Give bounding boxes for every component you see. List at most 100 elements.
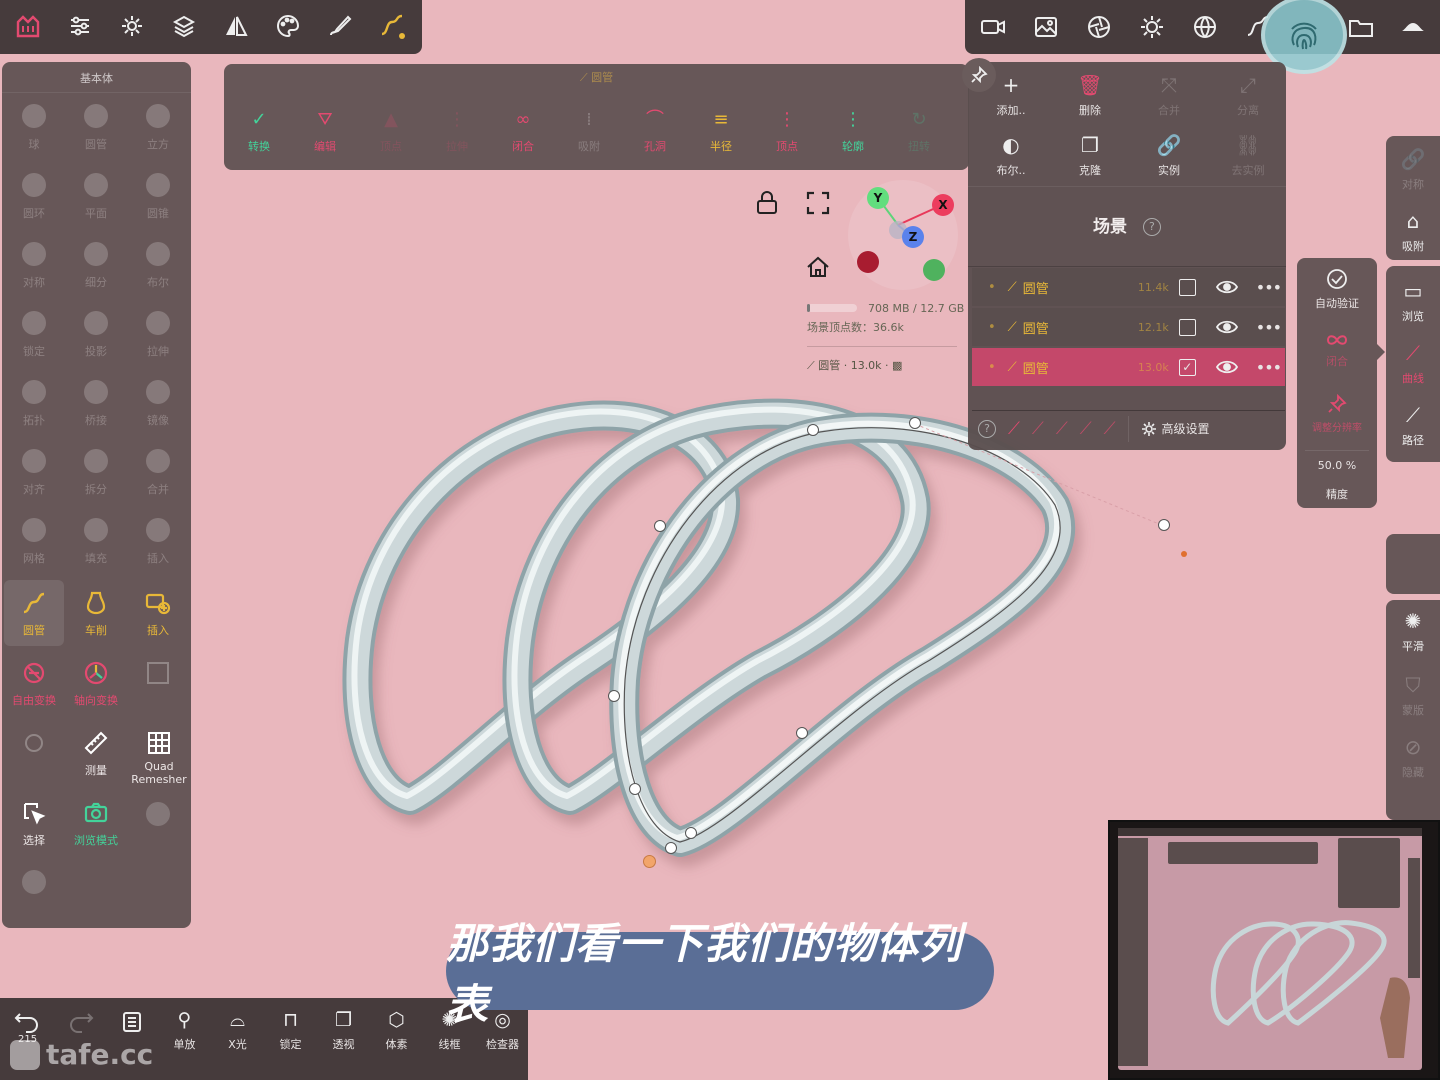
eye-icon[interactable] [1215,360,1238,374]
curve-tool-3[interactable]: ⋮ 拉伸 [424,108,490,164]
scene-action-6[interactable]: 🔗 实例 [1134,132,1204,178]
tool-measure[interactable]: 测量 [66,730,126,778]
control-point[interactable] [654,520,666,532]
precision-value[interactable]: 50.0 % [1297,459,1377,472]
primitive-item[interactable]: 拆分 [66,447,126,497]
layers-icon[interactable] [170,12,198,40]
gizmo-x-axis[interactable]: X [932,194,954,216]
scene-object-row[interactable]: • ⟋ 圆管 12.1k ••• [972,308,1285,346]
scene-action-7[interactable]: ⛓ 去实例 [1213,132,1283,178]
curve-tool-7[interactable]: ≡ 半径 [688,108,754,164]
right-strip-item-2[interactable]: ▭ 浏览 [1386,278,1440,324]
scene-action-0[interactable]: + 添加.. [976,72,1046,118]
curve-tool-10[interactable]: ↻ 扭转 [886,108,952,164]
object-checkbox[interactable] [1178,278,1196,296]
scene-action-3[interactable]: ⤢ 分离 [1213,72,1283,118]
scene-action-4[interactable]: ◐ 布尔.. [976,132,1046,178]
settings-icon[interactable] [118,12,146,40]
bottom-tool-4[interactable]: ⬡ 体素 [370,1008,423,1052]
home-icon[interactable] [805,254,831,280]
scene-action-1[interactable]: 🗑 删除 [1055,72,1125,118]
close-curve-button[interactable]: 闭合 [1297,332,1377,369]
control-point-end[interactable] [643,855,656,868]
curve-filter-icon[interactable]: ⟋ [1032,419,1044,439]
curve-tool-5[interactable]: ⁞ 吸附 [556,108,622,164]
control-point[interactable] [1158,519,1170,531]
right-strip-item-0[interactable]: 🔗 对称 [1386,146,1440,192]
right-strip-item-4[interactable]: ⟋ 路径 [1386,402,1440,448]
hat-icon[interactable] [1399,13,1427,41]
curve-tool-1[interactable]: ⛛ 编辑 [292,108,358,164]
gizmo-z-axis[interactable]: Z [902,226,924,248]
primitive-item[interactable]: 圆管 [66,102,126,152]
undo-icon[interactable] [14,1010,40,1034]
curve-filter-icon[interactable]: ⟋ [1080,419,1092,439]
primitive-item[interactable]: 拉伸 [128,309,188,359]
scene-action-2[interactable]: ⤧ 合并 [1134,72,1204,118]
primitive-item[interactable]: 球 [4,102,64,152]
scene-object-row[interactable]: • ⟋ 圆管 11.4k ••• [972,268,1285,306]
primitive-item[interactable]: 插入 [128,516,188,566]
right-strip-item-1[interactable]: ⌂ 吸附 [1386,208,1440,254]
primitive-item[interactable]: 网格 [4,516,64,566]
sliders-icon[interactable] [66,12,94,40]
primitive-item[interactable]: 桥接 [66,378,126,428]
list-icon[interactable] [120,1010,144,1034]
primitive-item[interactable]: 填充 [66,516,126,566]
object-checkbox[interactable]: ✓ [1178,358,1196,376]
tool-dim-placeholder-2[interactable] [4,730,64,762]
right-strip-item-6[interactable]: ⛉ 蒙版 [1386,672,1440,718]
more-icon[interactable]: ••• [1256,318,1282,337]
image-icon[interactable] [1032,13,1060,41]
help-icon[interactable]: ? [1142,218,1161,236]
aperture-icon[interactable] [1085,13,1113,41]
primitive-item[interactable]: 拓扑 [4,378,64,428]
eye-icon[interactable] [1215,280,1238,294]
curve-tool-2[interactable]: ▲ 顶点 [358,108,424,164]
right-strip-item-3[interactable]: ⟋ 曲线 [1386,340,1440,386]
tool-dim-placeholder-4[interactable] [4,868,64,902]
tube-3-selected[interactable] [609,412,1076,857]
primitive-item[interactable]: 投影 [66,309,126,359]
app-logo-icon[interactable] [14,12,42,40]
more-icon[interactable]: ••• [1256,278,1282,297]
gizmo-y-axis[interactable]: Y [867,187,889,209]
bottom-tool-2[interactable]: ⊓ 锁定 [264,1008,317,1052]
right-strip-item-5[interactable]: ✺ 平滑 [1386,608,1440,654]
primitive-item[interactable]: 对称 [4,240,64,290]
primitive-item[interactable]: 圆锥 [128,171,188,221]
primitive-item[interactable]: 合并 [128,447,188,497]
control-point[interactable] [909,417,921,429]
tool-dim-placeholder-3[interactable] [128,800,188,834]
tube-2[interactable] [502,398,931,815]
primitive-item[interactable]: 布尔 [128,240,188,290]
tool-tube[interactable]: 圆管 [4,580,64,646]
globe-icon[interactable] [1191,13,1219,41]
tool-browse-mode[interactable]: 浏览模式 [66,800,126,848]
control-point[interactable] [665,842,677,854]
more-icon[interactable]: ••• [1256,358,1282,377]
tool-axis-transform[interactable]: 轴向变换 [66,660,126,708]
picture-in-picture[interactable] [1108,820,1440,1080]
control-point[interactable] [796,727,808,739]
tool-select[interactable]: 选择 [4,800,64,848]
bottom-tool-3[interactable]: ❐ 透视 [317,1008,370,1052]
resolution-button[interactable]: 调整分辨率 [1297,394,1377,434]
control-point[interactable] [629,783,641,795]
scene-object-row[interactable]: • ⟋ 圆管 13.0k ✓ ••• [972,348,1285,386]
advanced-settings-button[interactable]: 高级设置 [1141,420,1210,437]
tool-lathe[interactable]: 车削 [66,590,126,638]
control-point[interactable] [608,690,620,702]
tool-quad-remesher[interactable]: Quad Remesher [128,730,190,786]
curve-tool-9[interactable]: ⋮ 轮廓 [820,108,886,164]
control-point[interactable] [685,827,697,839]
primitive-item[interactable]: 镜像 [128,378,188,428]
curve-tool-8[interactable]: ⋮ 顶点 [754,108,820,164]
primitive-item[interactable]: 立方 [128,102,188,152]
tool-insert[interactable]: 插入 [128,590,188,638]
bottom-tool-0[interactable]: ⚲ 单放 [158,1008,211,1052]
curve-filter-icon[interactable]: ⟋ [1056,419,1068,439]
camera-icon[interactable] [979,13,1007,41]
scene-action-5[interactable]: ❐ 克隆 [1055,132,1125,178]
tool-dim-placeholder[interactable] [128,660,188,692]
